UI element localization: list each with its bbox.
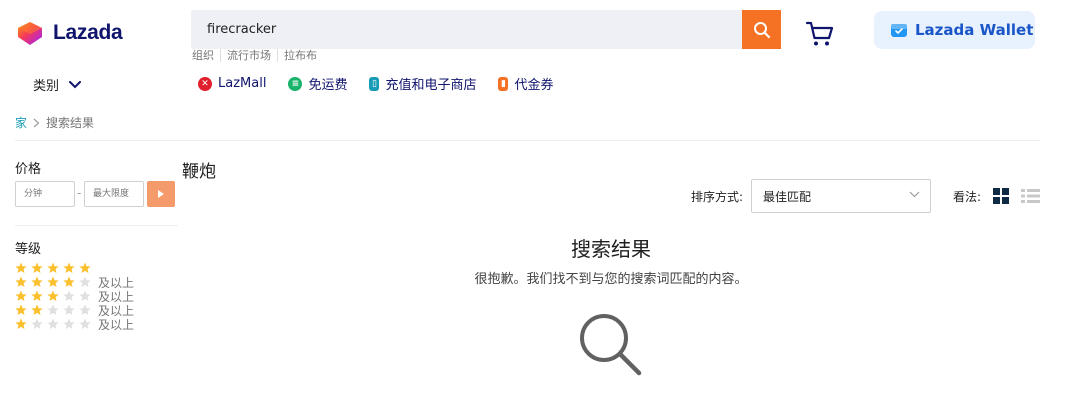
lazada-logo[interactable]: Lazada [15, 18, 123, 48]
list-view-icon[interactable] [1021, 188, 1040, 204]
star-icon [31, 318, 43, 329]
star-icon [15, 290, 27, 301]
chevron-down-icon [69, 80, 82, 88]
quick-link-voucher[interactable]: ▮ 代金券 [498, 74, 554, 93]
magnifier-icon [580, 314, 642, 376]
breadcrumb-current: 搜索结果 [46, 116, 95, 130]
suggestion-link[interactable]: 组织 [192, 49, 220, 62]
voucher-icon: ▮ [498, 76, 509, 91]
star-icon [79, 290, 91, 301]
free-shipping-icon: ≡ [288, 76, 303, 91]
star-icon [31, 304, 43, 315]
quick-link-label: LazMall [218, 76, 267, 91]
wallet-icon [891, 24, 907, 37]
price-max-input[interactable] [84, 181, 144, 207]
price-filter-title: 价格 [15, 162, 42, 177]
lazmall-icon: ✕ [198, 76, 212, 91]
search-suggestions: 组织 流行市场 拉布布 [192, 49, 323, 62]
lazada-wallet-button[interactable]: Lazada Wallet [874, 11, 1035, 49]
brand-name: Lazada [53, 21, 123, 44]
chevron-right-icon [33, 118, 40, 127]
star-icon [15, 304, 27, 315]
divider [15, 140, 1040, 141]
search-input[interactable] [191, 10, 743, 49]
sort-value: 最佳匹配 [763, 189, 812, 204]
divider [15, 225, 178, 226]
star-icon [63, 304, 75, 315]
quick-link-label: 免运费 [308, 78, 348, 93]
quick-link-free-shipping[interactable]: ≡ 免运费 [288, 74, 347, 93]
breadcrumb-home[interactable]: 家 [15, 114, 27, 131]
suggestion-link[interactable]: 流行市场 [220, 49, 277, 62]
search-bar [191, 10, 781, 49]
star-icon [79, 304, 91, 315]
empty-results-title: 搜索结果 [571, 237, 651, 261]
price-apply-button[interactable] [147, 181, 175, 207]
rating-label: 及以上 [98, 317, 135, 332]
star-icon [63, 290, 75, 301]
rating-filter-option[interactable]: 及以上 [15, 317, 135, 332]
star-icon [47, 290, 59, 301]
star-icon [15, 318, 27, 329]
star-icon [47, 304, 59, 315]
empty-results-message: 很抱歉。我们找不到与您的搜索词匹配的内容。 [474, 272, 748, 287]
sort-label: 排序方式: [691, 190, 744, 204]
quick-link-lazmall[interactable]: ✕ LazMall [198, 74, 266, 93]
category-dropdown[interactable]: 类别 [33, 75, 82, 94]
quick-link-label: 充值和电子商店 [385, 78, 477, 93]
quick-links: ✕ LazMall ≡ 免运费 ▯ 充值和电子商店 ▮ 代金券 [198, 74, 554, 93]
price-separator: - [77, 186, 82, 200]
cart-icon[interactable] [805, 20, 835, 48]
chevron-down-icon [909, 191, 920, 198]
search-icon [753, 21, 770, 38]
star-icon [79, 318, 91, 329]
star-icon [63, 318, 75, 329]
view-label: 看法: [953, 190, 982, 204]
quick-link-topup[interactable]: ▯ 充值和电子商店 [369, 74, 476, 93]
star-icon [47, 318, 59, 329]
grid-view-icon[interactable] [993, 188, 1009, 204]
lazada-heart-icon [18, 22, 42, 45]
play-icon [158, 190, 164, 198]
price-min-input[interactable] [15, 181, 75, 207]
star-icon [31, 290, 43, 301]
suggestion-link[interactable]: 拉布布 [277, 49, 323, 62]
category-label: 类别 [33, 79, 60, 94]
search-button[interactable] [742, 10, 781, 49]
search-query-title: 鞭炮 [182, 162, 216, 182]
breadcrumb: 家 搜索结果 [15, 114, 94, 131]
wallet-label: Lazada Wallet [915, 21, 1034, 39]
quick-link-label: 代金券 [514, 78, 554, 93]
sort-dropdown[interactable]: 最佳匹配 [751, 179, 931, 213]
mobile-topup-icon: ▯ [369, 76, 380, 91]
